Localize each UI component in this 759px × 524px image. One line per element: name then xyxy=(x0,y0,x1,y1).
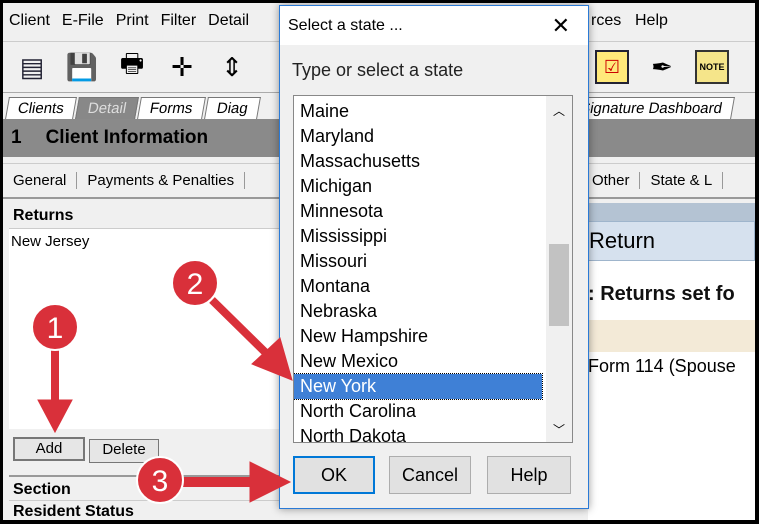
arrow-3-head xyxy=(249,461,292,503)
arrow-2 xyxy=(209,297,271,358)
annotation-label-2: 2 xyxy=(187,268,204,301)
annotation-overlay: 1 2 3 xyxy=(31,259,293,504)
annotation-label-1: 1 xyxy=(47,312,64,345)
arrow-1-head xyxy=(37,399,73,434)
annotation-label-3: 3 xyxy=(152,465,169,498)
